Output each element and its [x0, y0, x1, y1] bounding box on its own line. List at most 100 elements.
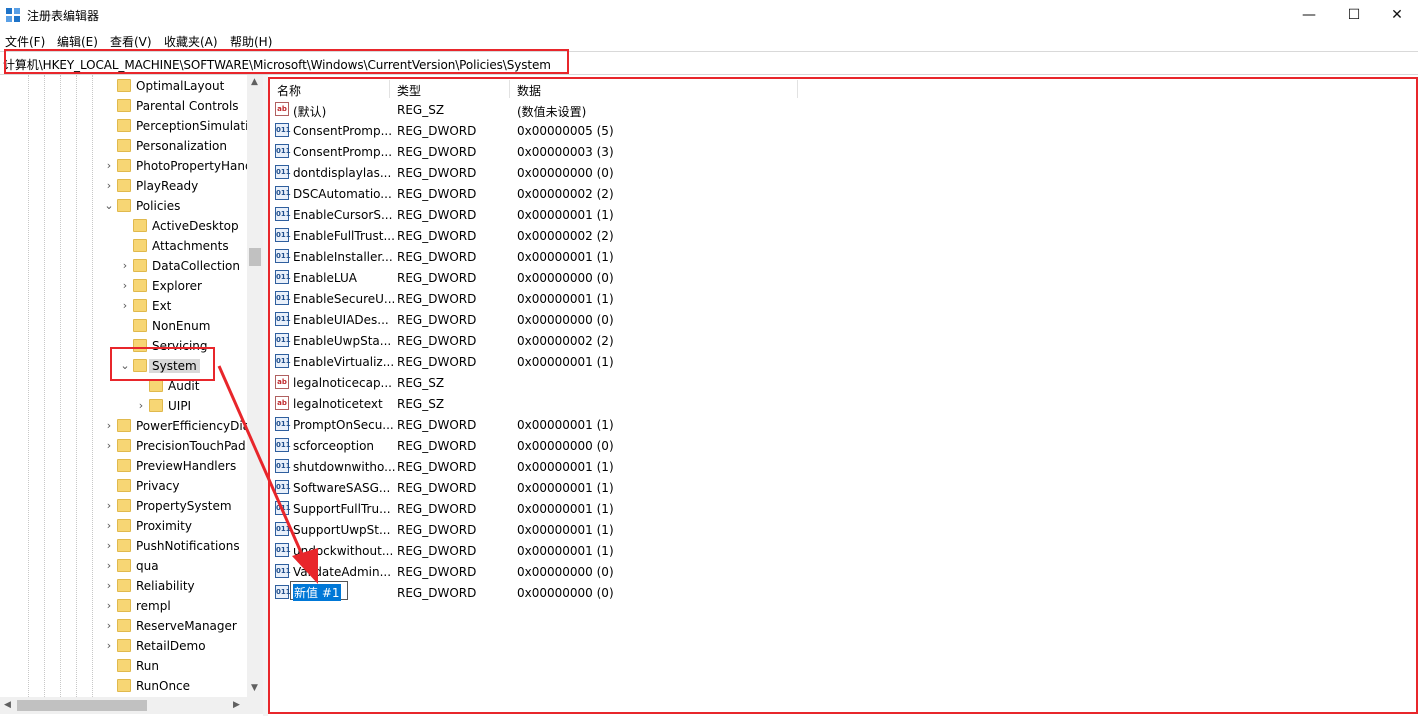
tree-item[interactable]: Parental Controls — [0, 96, 247, 116]
value-row[interactable]: 011 EnableSecureU... REG_DWORD 0x00000001 (… — [268, 288, 868, 309]
tree-chevron-icon[interactable]: › — [104, 579, 114, 593]
tree-item[interactable]: Run — [0, 656, 247, 676]
column-separator[interactable] — [389, 80, 390, 98]
tree-item[interactable]: RunOnce — [0, 676, 247, 696]
tree-item[interactable]: › PropertySystem — [0, 496, 247, 516]
tree-item[interactable]: Privacy — [0, 476, 247, 496]
value-row[interactable]: 011 scforceoption REG_DWORD 0x00000000 (0) — [268, 435, 868, 456]
tree-item[interactable]: › ReserveManager — [0, 616, 247, 636]
value-row[interactable]: 011 EnableFullTrust... REG_DWORD 0x00000002… — [268, 225, 868, 246]
tree-item[interactable]: › PrecisionTouchPad — [0, 436, 247, 456]
rename-input[interactable]: 新值 #1 — [290, 581, 348, 601]
tree-chevron-icon[interactable]: › — [104, 159, 114, 173]
tree-item[interactable]: › qua — [0, 556, 247, 576]
tree-item[interactable]: › UIPI — [0, 396, 247, 416]
tree-item[interactable]: Personalization — [0, 136, 247, 156]
column-data-header[interactable]: 数据 — [517, 82, 541, 99]
tree-chevron-icon[interactable]: › — [104, 539, 114, 553]
column-separator[interactable] — [509, 80, 510, 98]
tree-item[interactable]: › Explorer — [0, 276, 247, 296]
tree-horizontal-scrollbar[interactable]: ◀ ▶ — [0, 697, 263, 714]
tree-chevron-icon[interactable]: › — [120, 279, 130, 293]
column-separator[interactable] — [797, 80, 798, 98]
menu-file[interactable]: 文件(F) — [5, 33, 45, 50]
value-row[interactable]: 011 SupportFullTru... REG_DWORD 0x00000001 … — [268, 498, 868, 519]
tree-chevron-icon[interactable]: › — [104, 179, 114, 193]
tree-chevron-icon[interactable]: › — [104, 519, 114, 533]
tree-item[interactable]: Servicing — [0, 336, 247, 356]
column-name-header[interactable]: 名称 — [277, 82, 301, 99]
tree-chevron-icon[interactable] — [104, 119, 114, 133]
tree-item[interactable]: ⌄ System — [0, 356, 247, 376]
tree-item[interactable]: › RetailDemo — [0, 636, 247, 656]
tree-item[interactable]: › PushNotifications — [0, 536, 247, 556]
tree-chevron-icon[interactable]: › — [120, 259, 130, 273]
tree-chevron-icon[interactable] — [104, 79, 114, 93]
tree-item[interactable]: › PhotoPropertyHandler — [0, 156, 263, 176]
scroll-right-icon[interactable]: ▶ — [233, 700, 240, 710]
tree-chevron-icon[interactable]: › — [120, 299, 130, 313]
value-row[interactable]: ab legalnoticetext REG_SZ — [268, 393, 868, 414]
value-row[interactable]: 011 EnableLUA REG_DWORD 0x00000000 (0) — [268, 267, 868, 288]
value-row[interactable]: 011 ConsentPromp... REG_DWORD 0x00000003 (3… — [268, 141, 868, 162]
tree-chevron-icon[interactable]: › — [104, 499, 114, 513]
tree-chevron-icon[interactable] — [104, 479, 114, 493]
tree-chevron-icon[interactable] — [104, 139, 114, 153]
scroll-down-icon[interactable]: ▼ — [251, 683, 258, 693]
tree-item[interactable]: › Reliability — [0, 576, 247, 596]
minimize-button[interactable]: — — [1286, 0, 1332, 30]
tree-item[interactable]: Audit — [0, 376, 247, 396]
close-button[interactable]: ✕ — [1374, 0, 1418, 30]
tree-item[interactable]: PerceptionSimulation — [0, 116, 263, 136]
value-row[interactable]: 011 新值 #1 REG_DWORD 0x00000000 (0) — [268, 581, 868, 603]
tree-chevron-icon[interactable] — [104, 679, 114, 693]
tree-chevron-icon[interactable] — [120, 239, 130, 253]
value-row[interactable]: 011 EnableInstaller... REG_DWORD 0x00000001… — [268, 246, 868, 267]
tree-chevron-icon[interactable] — [120, 319, 130, 333]
column-type-header[interactable]: 类型 — [397, 82, 421, 99]
menu-view[interactable]: 查看(V) — [110, 33, 152, 50]
tree-item[interactable]: › Ext — [0, 296, 247, 316]
tree-item[interactable]: OptimalLayout — [0, 76, 247, 96]
tree-horizontal-thumb[interactable] — [17, 700, 147, 711]
tree-item[interactable]: › PlayReady — [0, 176, 247, 196]
tree-item[interactable]: › DataCollection — [0, 256, 247, 276]
value-row[interactable]: ab legalnoticecap... REG_SZ — [268, 372, 868, 393]
value-row[interactable]: 011 EnableUIADes... REG_DWORD 0x00000000 (0… — [268, 309, 868, 330]
rename-input-text[interactable]: 新值 #1 — [293, 584, 341, 601]
tree-item[interactable]: ActiveDesktop — [0, 216, 247, 236]
maximize-button[interactable]: ☐ — [1331, 0, 1377, 30]
tree-chevron-icon[interactable]: › — [104, 639, 114, 653]
tree-chevron-icon[interactable] — [104, 459, 114, 473]
tree-item[interactable]: › PowerEfficiencyDiagnostics — [0, 416, 263, 436]
tree-chevron-icon[interactable]: › — [136, 399, 146, 413]
tree-chevron-icon[interactable] — [120, 339, 130, 353]
tree-chevron-icon[interactable]: › — [104, 559, 114, 573]
value-row[interactable]: 011 ConsentPromp... REG_DWORD 0x00000005 (5… — [268, 120, 868, 141]
value-row[interactable]: 011 shutdownwitho... REG_DWORD 0x00000001 (… — [268, 456, 868, 477]
tree-item[interactable]: › Proximity — [0, 516, 247, 536]
tree-item[interactable]: Attachments — [0, 236, 247, 256]
menu-help[interactable]: 帮助(H) — [230, 33, 272, 50]
tree-vertical-thumb[interactable] — [249, 248, 261, 266]
scroll-left-icon[interactable]: ◀ — [4, 700, 11, 710]
tree-vertical-scrollbar[interactable]: ▲ ▼ — [247, 75, 263, 697]
value-row[interactable]: 011 EnableUwpSta... REG_DWORD 0x00000002 (2… — [268, 330, 868, 351]
tree-chevron-icon[interactable]: › — [104, 599, 114, 613]
tree-chevron-icon[interactable]: › — [104, 439, 114, 453]
value-row[interactable]: 011 DSCAutomatio... REG_DWORD 0x00000002 (2… — [268, 183, 868, 204]
tree-chevron-icon[interactable]: › — [104, 419, 114, 433]
value-row[interactable]: 011 PromptOnSecu... REG_DWORD 0x00000001 (1… — [268, 414, 868, 435]
value-row[interactable]: 011 EnableVirtualiz... REG_DWORD 0x00000001… — [268, 351, 868, 372]
tree-chevron-icon[interactable]: ⌄ — [120, 359, 130, 373]
address-bar[interactable]: 计算机\HKEY_LOCAL_MACHINE\SOFTWARE\Microsof… — [0, 51, 1418, 75]
value-row[interactable]: ab (默认) REG_SZ (数值未设置) — [268, 99, 868, 120]
menu-edit[interactable]: 编辑(E) — [57, 33, 98, 50]
tree-chevron-icon[interactable]: › — [104, 619, 114, 633]
tree-chevron-icon[interactable]: ⌄ — [104, 199, 114, 213]
tree-chevron-icon[interactable] — [104, 659, 114, 673]
value-row[interactable]: 011 undockwithout... REG_DWORD 0x00000001 (… — [268, 540, 868, 561]
tree-chevron-icon[interactable] — [120, 219, 130, 233]
value-row[interactable]: 011 SoftwareSASG... REG_DWORD 0x00000001 (1… — [268, 477, 868, 498]
value-row[interactable]: 011 SupportUwpSt... REG_DWORD 0x00000001 (1… — [268, 519, 868, 540]
